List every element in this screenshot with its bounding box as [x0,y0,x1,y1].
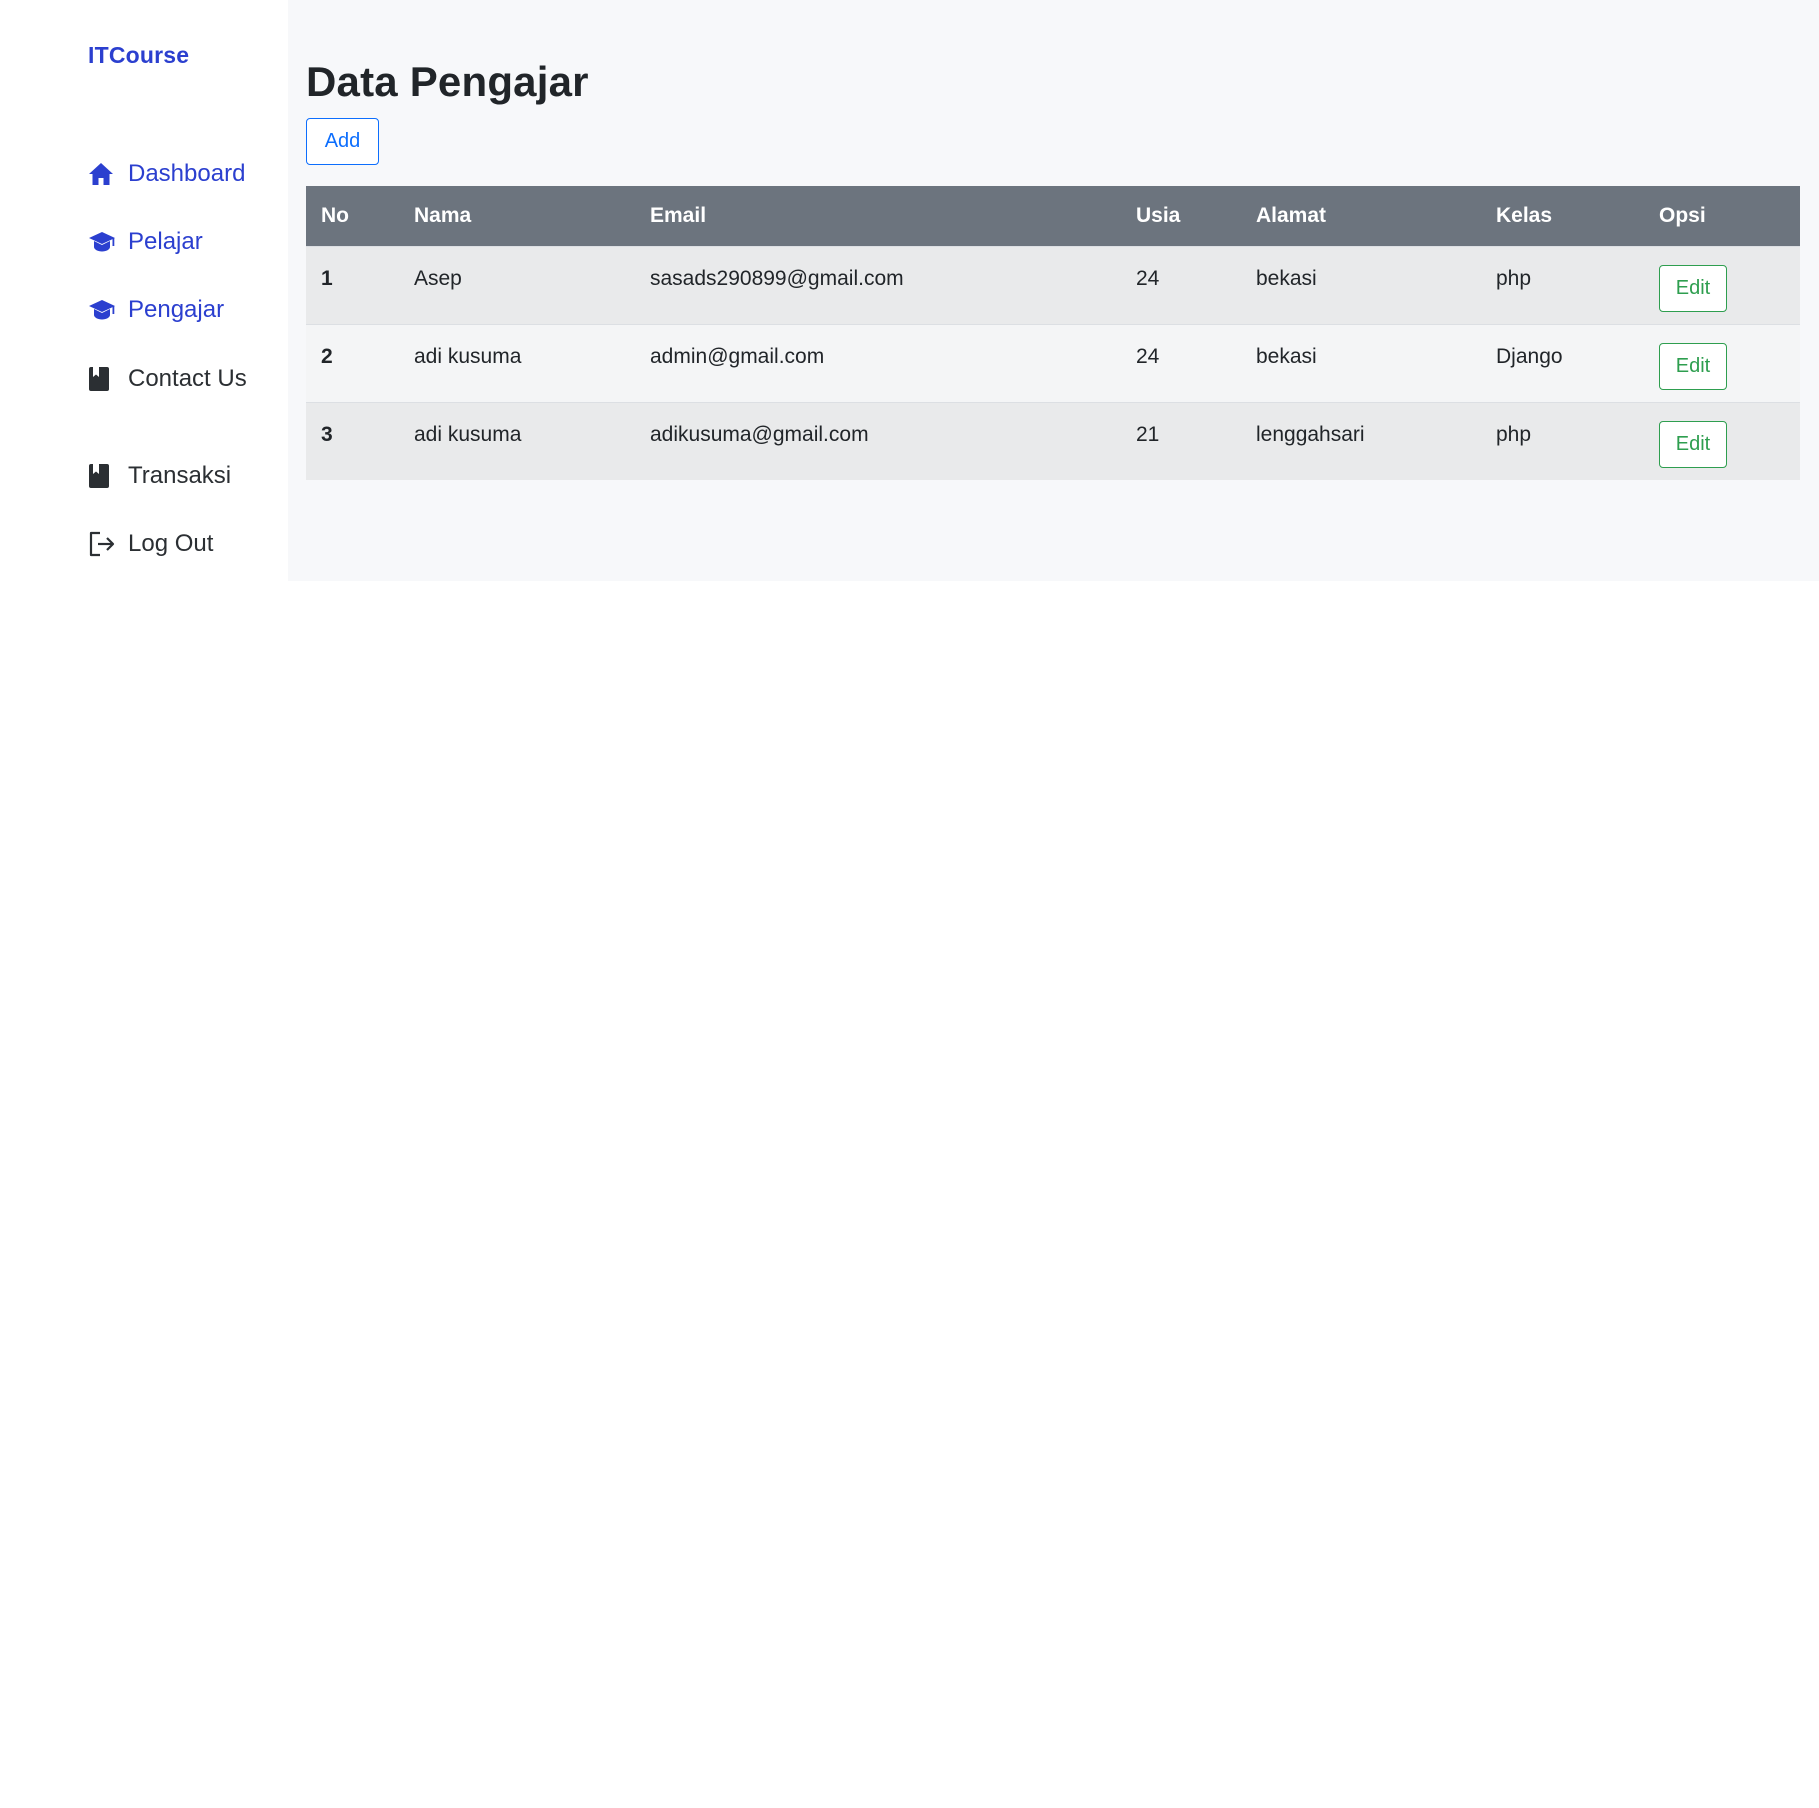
table-header: No Nama Email Usia Alamat Kelas Opsi [306,186,1800,246]
main-content: Data Pengajar Add No Nama Email Usia Ala… [288,0,1819,581]
table-body: 1 Asep sasads290899@gmail.com 24 bekasi … [306,246,1800,480]
cell-no: 2 [321,344,333,368]
column-header-kelas: Kelas [1496,203,1553,227]
cell-usia: 24 [1136,266,1160,290]
graduation-cap-icon [88,296,116,324]
table-row: 1 Asep sasads290899@gmail.com 24 bekasi … [306,246,1800,324]
cell-opsi: Edit [1644,324,1800,402]
cell-alamat: bekasi [1256,266,1317,290]
cell-usia: 21 [1136,422,1160,446]
sidebar-item-transaksi[interactable]: Transaksi [88,459,231,493]
cell-alamat: lenggahsari [1256,422,1365,446]
table-row: 2 adi kusuma admin@gmail.com 24 bekasi D… [306,324,1800,402]
sidebar: ITCourse Dashboard Pelajar Pengajar Cont… [0,0,288,581]
column-header-usia: Usia [1136,203,1181,227]
edit-button[interactable]: Edit [1659,342,1727,390]
sidebar-item-label: Log Out [128,530,214,557]
column-header-alamat: Alamat [1256,203,1327,227]
sidebar-item-contact-us[interactable]: Contact Us [88,362,247,396]
brand-logo[interactable]: ITCourse [88,42,189,69]
sidebar-item-label: Contact Us [128,365,247,392]
table-row: 3 adi kusuma adikusuma@gmail.com 21 leng… [306,402,1800,480]
app-layout: ITCourse Dashboard Pelajar Pengajar Cont… [0,0,1819,581]
edit-button[interactable]: Edit [1659,420,1727,468]
cell-opsi: Edit [1644,246,1800,324]
cell-usia: 24 [1136,344,1160,368]
cell-no: 3 [321,422,333,446]
home-icon [88,160,116,188]
column-header-nama: Nama [414,203,472,227]
page-title: Data Pengajar [306,58,589,105]
sidebar-item-pengajar[interactable]: Pengajar [88,293,224,327]
cell-email: adikusuma@gmail.com [650,422,869,446]
cell-opsi: Edit [1644,402,1800,480]
book-icon [88,462,116,490]
cell-kelas: php [1496,266,1532,290]
sidebar-item-label: Pelajar [128,228,203,255]
cell-no: 1 [321,266,333,290]
sidebar-item-label: Transaksi [128,462,232,489]
cell-kelas: php [1496,422,1532,446]
cell-nama: adi kusuma [414,344,522,368]
cell-alamat: bekasi [1256,344,1317,368]
column-header-no: No [321,203,349,227]
sidebar-item-label: Dashboard [128,160,246,187]
column-header-opsi: Opsi [1659,203,1706,227]
cell-kelas: Django [1496,344,1563,368]
sidebar-item-dashboard[interactable]: Dashboard [88,157,245,191]
book-icon [88,365,116,393]
cell-email: sasads290899@gmail.com [650,266,904,290]
pengajar-table: No Nama Email Usia Alamat Kelas Opsi 1 A… [306,186,1800,480]
sidebar-item-pelajar[interactable]: Pelajar [88,225,203,259]
cell-email: admin@gmail.com [650,344,825,368]
column-header-email: Email [650,203,707,227]
cell-nama: Asep [414,266,462,290]
edit-button[interactable]: Edit [1659,264,1727,312]
add-button[interactable]: Add [306,118,379,165]
graduation-cap-icon [88,228,116,256]
cell-nama: adi kusuma [414,422,522,446]
sidebar-item-log-out[interactable]: Log Out [88,527,213,561]
sidebar-item-label: Pengajar [128,296,225,323]
logout-icon [88,530,116,558]
